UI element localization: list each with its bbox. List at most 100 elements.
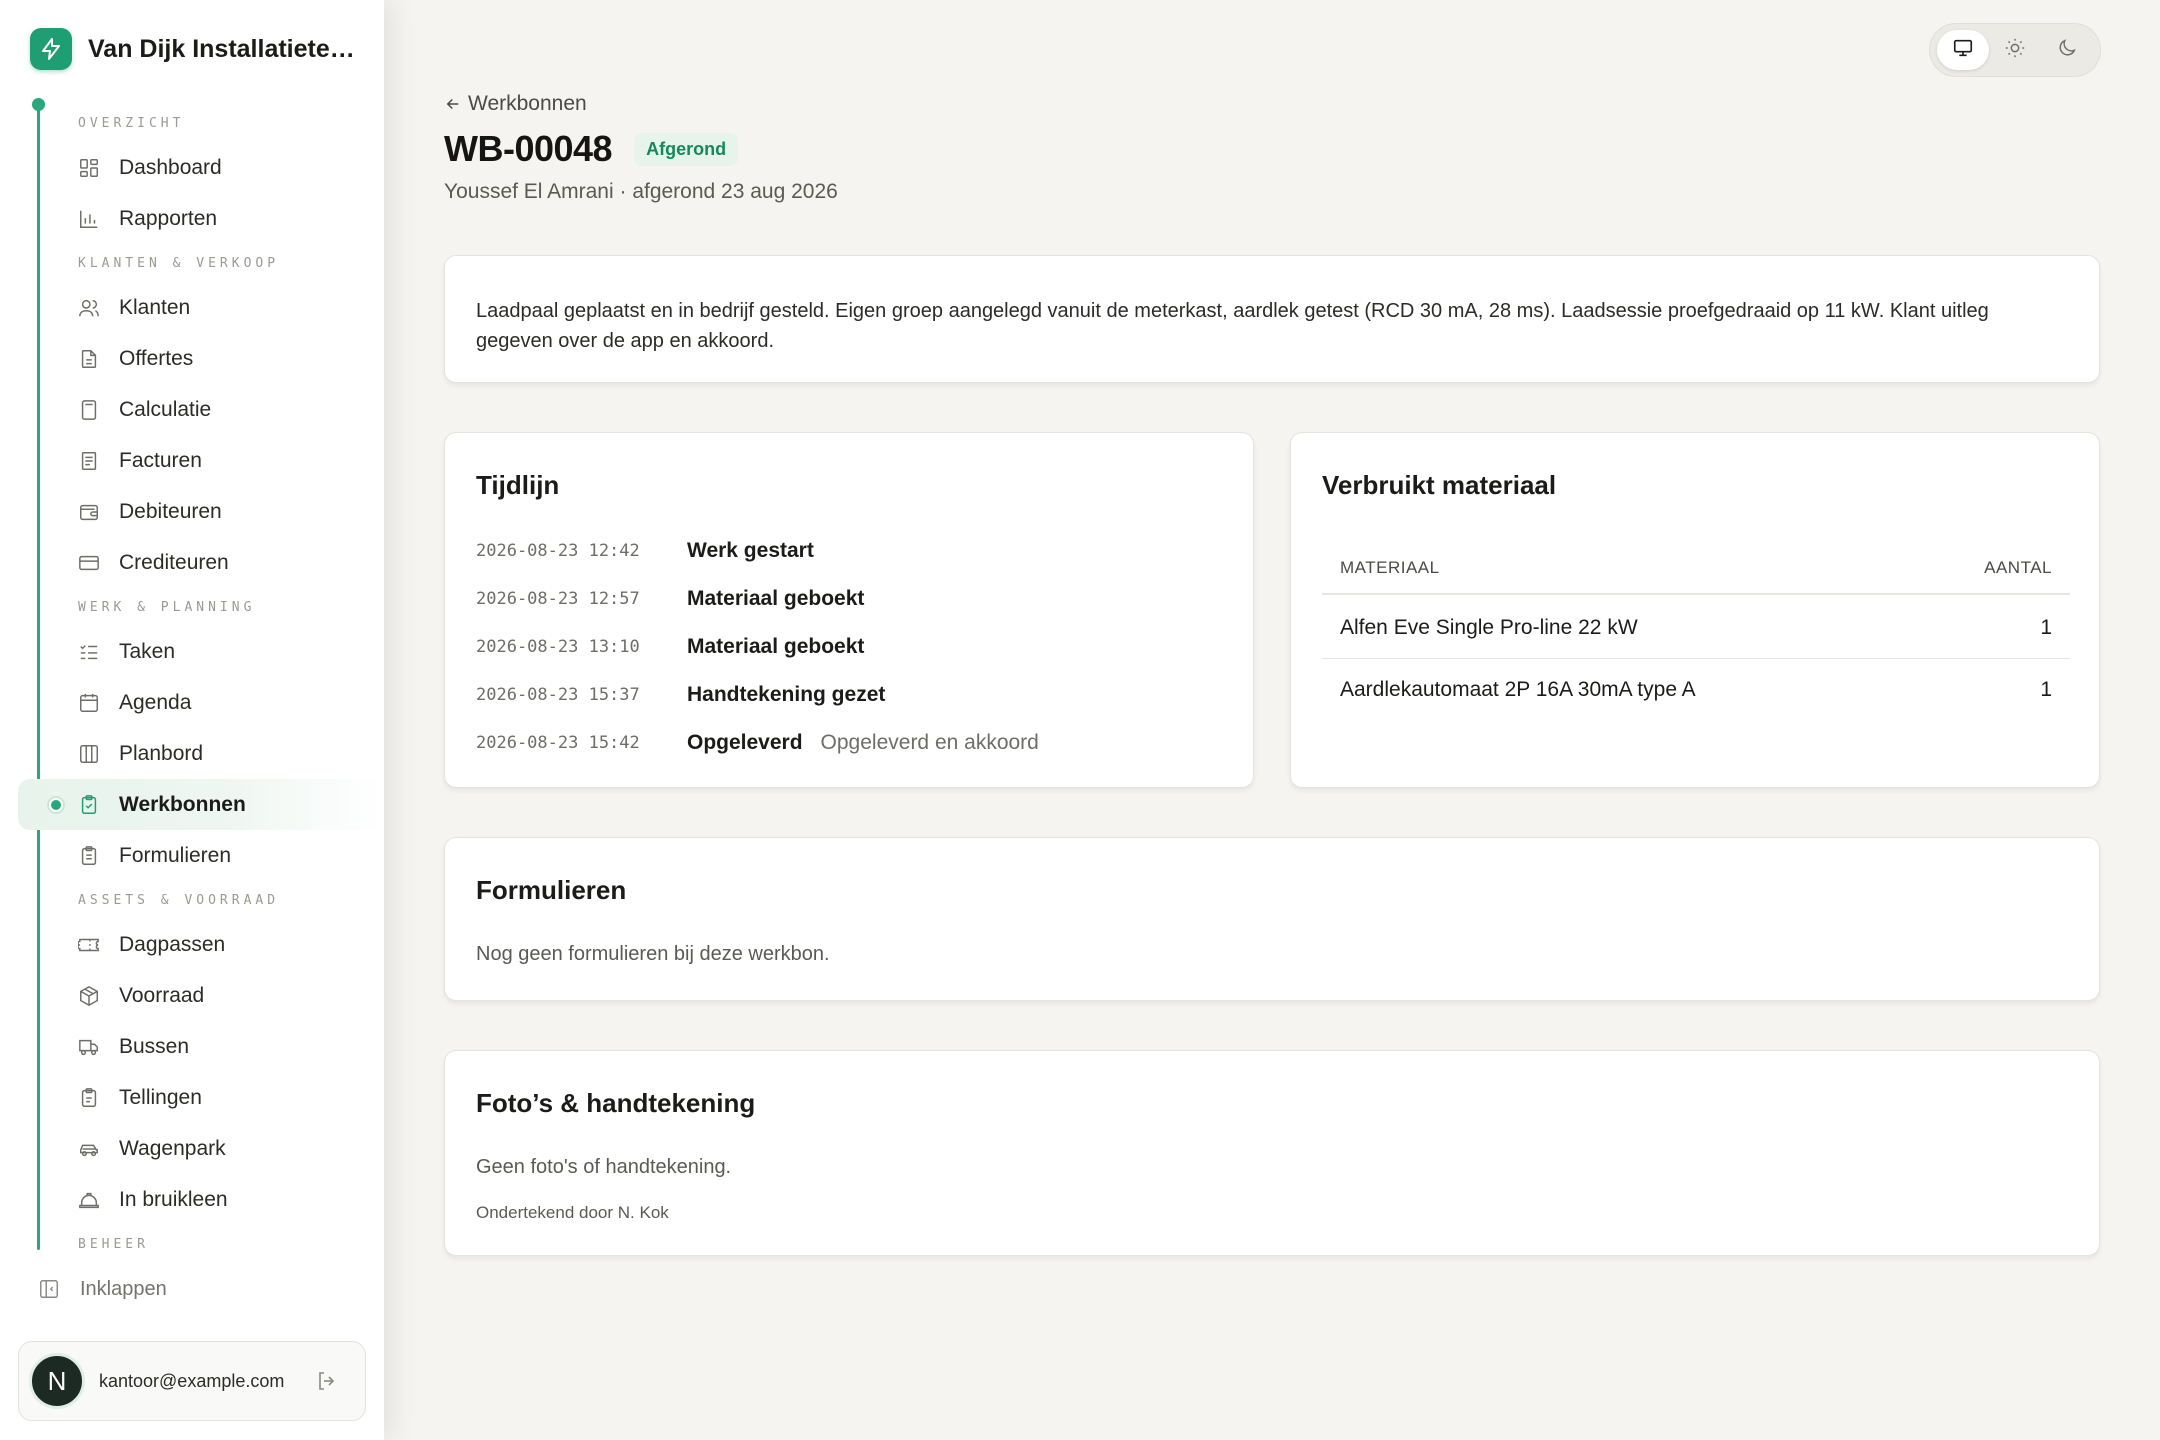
timeline-event: Materiaal geboekt bbox=[687, 587, 865, 610]
timeline-time: 2026-08-23 13:10 bbox=[476, 637, 640, 657]
sidebar-item-offertes[interactable]: Offertes bbox=[0, 333, 384, 384]
wallet-icon bbox=[78, 501, 100, 523]
sidebar-item-label: Wagenpark bbox=[119, 1136, 226, 1160]
nav-section-overzicht: OVERZICHT bbox=[78, 116, 185, 131]
logout-icon[interactable] bbox=[315, 1369, 339, 1393]
active-indicator bbox=[47, 796, 65, 814]
sidebar-nav: OVERZICHT Dashboard Rapporten KLANTEN & … bbox=[0, 104, 384, 1260]
sidebar-item-voorraad[interactable]: Voorraad bbox=[0, 970, 384, 1021]
sidebar-item-debiteuren[interactable]: Debiteuren bbox=[0, 486, 384, 537]
photos-signature-card: Foto’s & handtekening Geen foto's of han… bbox=[444, 1050, 2100, 1256]
bar-chart-icon bbox=[78, 208, 100, 230]
sidebar-item-crediteuren[interactable]: Crediteuren bbox=[0, 537, 384, 588]
avatar: N bbox=[29, 1353, 85, 1409]
sidebar-item-klanten[interactable]: Klanten bbox=[0, 282, 384, 333]
table-row: Alfen Eve Single Pro-line 22 kW 1 bbox=[1322, 597, 2070, 659]
sidebar-item-dashboard[interactable]: Dashboard bbox=[0, 142, 384, 193]
timeline-item: 2026-08-23 12:42 Werk gestart bbox=[476, 536, 814, 566]
clipboard-list-icon bbox=[78, 845, 100, 867]
timeline-event: Handtekening gezet bbox=[687, 683, 886, 706]
hard-hat-icon bbox=[78, 1189, 100, 1211]
sidebar-item-label: Formulieren bbox=[119, 843, 232, 867]
sidebar-item-facturen[interactable]: Facturen bbox=[0, 435, 384, 486]
collapse-sidebar-button[interactable]: Inklappen bbox=[38, 1272, 358, 1306]
sidebar-item-taken[interactable]: Taken bbox=[0, 626, 384, 677]
sidebar-item-in-bruikleen[interactable]: In bruikleen bbox=[0, 1174, 384, 1225]
nav-section-assets-voorraad: ASSETS & VOORRAAD bbox=[78, 893, 280, 908]
page-title: WB-00048 bbox=[444, 128, 613, 169]
sidebar-item-label: Calculatie bbox=[119, 397, 212, 421]
theme-system-button[interactable] bbox=[1937, 30, 1989, 70]
theme-dark-button[interactable] bbox=[2041, 30, 2093, 70]
sidebar-item-bussen[interactable]: Bussen bbox=[0, 1021, 384, 1072]
company-name: Van Dijk Installatietechniek bbox=[88, 34, 358, 63]
truck-icon bbox=[78, 1036, 100, 1058]
document-icon bbox=[78, 348, 100, 370]
timeline-item: 2026-08-23 13:10 Materiaal geboekt bbox=[476, 632, 864, 662]
photos-title: Foto’s & handtekening bbox=[476, 1088, 756, 1118]
sidebar-item-label: Planbord bbox=[119, 741, 204, 765]
materials-card: Verbruikt materiaal MATERIAAL AANTAL Alf… bbox=[1290, 432, 2100, 788]
sidebar-item-agenda[interactable]: Agenda bbox=[0, 677, 384, 728]
back-label: Werkbonnen bbox=[468, 92, 587, 115]
sidebar-item-label: Tellingen bbox=[119, 1085, 202, 1109]
status-badge: Afgerond bbox=[634, 132, 739, 166]
sidebar-item-wagenpark[interactable]: Wagenpark bbox=[0, 1123, 384, 1174]
arrow-left-icon bbox=[444, 95, 462, 113]
list-checks-icon bbox=[78, 641, 100, 663]
sidebar-item-label: Bussen bbox=[119, 1034, 190, 1058]
package-icon bbox=[78, 985, 100, 1007]
nav-section-klanten-verkoop: KLANTEN & VERKOOP bbox=[78, 256, 280, 271]
page-subtitle: Youssef El Amrani · afgerond 23 aug 2026 bbox=[444, 180, 838, 203]
theme-light-button[interactable] bbox=[1989, 30, 2041, 70]
nav-section-beheer: BEHEER bbox=[78, 1237, 149, 1252]
material-qty: 1 bbox=[2040, 678, 2052, 701]
material-qty: 1 bbox=[2040, 615, 2052, 639]
sidebar-item-label: Werkbonnen bbox=[119, 792, 246, 816]
users-icon bbox=[78, 297, 100, 319]
sidebar-item-formulieren[interactable]: Formulieren bbox=[0, 830, 384, 881]
panel-left-icon bbox=[38, 1278, 60, 1300]
timeline-event: Opgeleverd bbox=[687, 731, 803, 754]
sidebar-item-label: Facturen bbox=[119, 448, 202, 472]
credit-card-icon bbox=[78, 552, 100, 574]
forms-empty-text: Nog geen formulieren bij deze werkbon. bbox=[476, 943, 830, 965]
sidebar-item-label: Voorraad bbox=[119, 983, 205, 1007]
timeline-time: 2026-08-23 12:57 bbox=[476, 589, 640, 609]
lightning-logo-icon bbox=[30, 28, 72, 70]
sidebar-item-label: Offertes bbox=[119, 346, 194, 370]
user-email: kantoor@example.com bbox=[99, 1370, 285, 1391]
timeline-card: Tijdlijn 2026-08-23 12:42 Werk gestart 2… bbox=[444, 432, 1254, 788]
signed-by-text: Ondertekend door N. Kok bbox=[476, 1203, 669, 1222]
dashboard-icon bbox=[78, 157, 100, 179]
timeline-item: 2026-08-23 15:37 Handtekening gezet bbox=[476, 680, 885, 710]
table-row: Aardlekautomaat 2P 16A 30mA type A 1 bbox=[1322, 659, 2070, 721]
sidebar-item-calculatie[interactable]: Calculatie bbox=[0, 384, 384, 435]
sidebar-item-dagpassen[interactable]: Dagpassen bbox=[0, 919, 384, 970]
sidebar-item-label: Debiteuren bbox=[119, 499, 222, 523]
car-icon bbox=[78, 1138, 100, 1160]
column-header-materiaal: MATERIAAL bbox=[1340, 558, 1440, 577]
sidebar-item-werkbonnen[interactable]: Werkbonnen bbox=[18, 779, 384, 830]
materials-table-header: MATERIAAL AANTAL bbox=[1322, 543, 2070, 595]
sidebar-item-rapporten[interactable]: Rapporten bbox=[0, 193, 384, 244]
nav-section-werk-planning: WERK & PLANNING bbox=[78, 600, 256, 615]
sidebar-item-label: Crediteuren bbox=[119, 550, 229, 574]
user-card[interactable]: N kantoor@example.com bbox=[18, 1341, 366, 1421]
timeline-event: Materiaal geboekt bbox=[687, 635, 865, 658]
material-name: Alfen Eve Single Pro-line 22 kW bbox=[1340, 615, 1638, 639]
work-description: Laadpaal geplaatst en in bedrijf gesteld… bbox=[476, 300, 1989, 352]
materials-title: Verbruikt materiaal bbox=[1322, 470, 1557, 500]
clipboard-icon bbox=[78, 1087, 100, 1109]
back-link[interactable]: Werkbonnen bbox=[444, 92, 587, 116]
description-card: Laadpaal geplaatst en in bedrijf gesteld… bbox=[444, 255, 2100, 383]
brand[interactable]: Van Dijk Installatietechniek bbox=[30, 27, 358, 71]
sidebar: Van Dijk Installatietechniek OVERZICHT D… bbox=[0, 0, 384, 1440]
sidebar-item-label: In bruikleen bbox=[119, 1187, 228, 1211]
timeline-item: 2026-08-23 15:42 Opgeleverd Opgeleverd e… bbox=[476, 728, 1039, 758]
sidebar-item-tellingen[interactable]: Tellingen bbox=[0, 1072, 384, 1123]
sidebar-item-label: Agenda bbox=[119, 690, 192, 714]
columns-icon bbox=[78, 743, 100, 765]
collapse-label: Inklappen bbox=[80, 1277, 167, 1300]
sidebar-item-planbord[interactable]: Planbord bbox=[0, 728, 384, 779]
